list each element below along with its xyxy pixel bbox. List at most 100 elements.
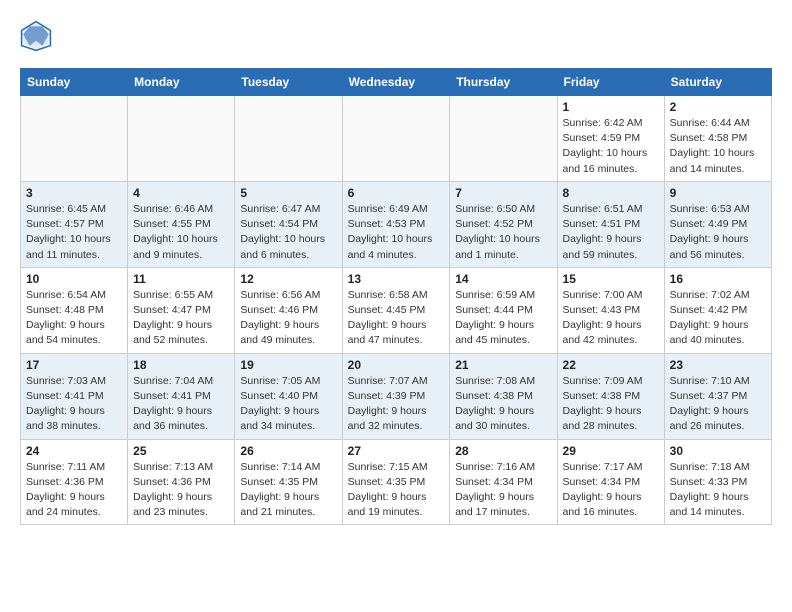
day-info: Sunrise: 7:13 AM Sunset: 4:36 PM Dayligh… <box>133 460 229 521</box>
day-number: 12 <box>240 272 336 286</box>
day-header-sunday: Sunday <box>21 69 128 96</box>
day-info: Sunrise: 7:09 AM Sunset: 4:38 PM Dayligh… <box>563 374 659 435</box>
day-info: Sunrise: 7:08 AM Sunset: 4:38 PM Dayligh… <box>455 374 551 435</box>
calendar-day-18: 18 Sunrise: 7:04 AM Sunset: 4:41 PM Dayli… <box>128 353 235 439</box>
day-number: 26 <box>240 444 336 458</box>
day-info: Sunrise: 7:10 AM Sunset: 4:37 PM Dayligh… <box>670 374 766 435</box>
calendar-day-4: 4 Sunrise: 6:46 AM Sunset: 4:55 PM Daylig… <box>128 181 235 267</box>
calendar-empty <box>21 96 128 182</box>
day-number: 28 <box>455 444 551 458</box>
header <box>20 20 772 52</box>
day-info: Sunrise: 7:03 AM Sunset: 4:41 PM Dayligh… <box>26 374 122 435</box>
day-number: 27 <box>348 444 445 458</box>
day-info: Sunrise: 6:46 AM Sunset: 4:55 PM Dayligh… <box>133 202 229 263</box>
day-number: 14 <box>455 272 551 286</box>
day-info: Sunrise: 6:51 AM Sunset: 4:51 PM Dayligh… <box>563 202 659 263</box>
calendar-empty <box>235 96 342 182</box>
calendar-day-17: 17 Sunrise: 7:03 AM Sunset: 4:41 PM Dayli… <box>21 353 128 439</box>
calendar-week-5: 24 Sunrise: 7:11 AM Sunset: 4:36 PM Dayli… <box>21 439 772 525</box>
day-info: Sunrise: 7:17 AM Sunset: 4:34 PM Dayligh… <box>563 460 659 521</box>
calendar-day-10: 10Sunrise: 6:54 AM Sunset: 4:48 PM Dayli… <box>21 267 128 353</box>
day-info: Sunrise: 7:00 AM Sunset: 4:43 PM Dayligh… <box>563 288 659 349</box>
day-number: 9 <box>670 186 766 200</box>
day-info: Sunrise: 6:42 AM Sunset: 4:59 PM Dayligh… <box>563 116 659 177</box>
calendar-day-24: 24 Sunrise: 7:11 AM Sunset: 4:36 PM Dayli… <box>21 439 128 525</box>
day-header-wednesday: Wednesday <box>342 69 450 96</box>
day-number: 18 <box>133 358 229 372</box>
day-info: Sunrise: 7:18 AM Sunset: 4:33 PM Dayligh… <box>670 460 766 521</box>
calendar-day-12: 12 Sunrise: 6:56 AM Sunset: 4:46 PM Dayli… <box>235 267 342 353</box>
day-info: Sunrise: 7:02 AM Sunset: 4:42 PM Dayligh… <box>670 288 766 349</box>
calendar-day-27: 27 Sunrise: 7:15 AM Sunset: 4:35 PM Dayli… <box>342 439 450 525</box>
day-number: 19 <box>240 358 336 372</box>
calendar-day-9: 9 Sunrise: 6:53 AM Sunset: 4:49 PM Daylig… <box>664 181 771 267</box>
calendar-day-5: 5Sunrise: 6:47 AM Sunset: 4:54 PM Daylig… <box>235 181 342 267</box>
day-number: 1 <box>563 100 659 114</box>
day-number: 30 <box>670 444 766 458</box>
day-number: 29 <box>563 444 659 458</box>
day-number: 10 <box>26 272 122 286</box>
day-header-monday: Monday <box>128 69 235 96</box>
day-info: Sunrise: 6:55 AM Sunset: 4:47 PM Dayligh… <box>133 288 229 349</box>
calendar-day-19: 19 Sunrise: 7:05 AM Sunset: 4:40 PM Dayli… <box>235 353 342 439</box>
day-info: Sunrise: 7:15 AM Sunset: 4:35 PM Dayligh… <box>348 460 445 521</box>
calendar-empty <box>450 96 557 182</box>
day-number: 5 <box>240 186 336 200</box>
day-number: 11 <box>133 272 229 286</box>
calendar-day-8: 8 Sunrise: 6:51 AM Sunset: 4:51 PM Daylig… <box>557 181 664 267</box>
calendar-day-29: 29 Sunrise: 7:17 AM Sunset: 4:34 PM Dayli… <box>557 439 664 525</box>
calendar-day-7: 7 Sunrise: 6:50 AM Sunset: 4:52 PM Daylig… <box>450 181 557 267</box>
day-number: 20 <box>348 358 445 372</box>
day-number: 2 <box>670 100 766 114</box>
day-number: 16 <box>670 272 766 286</box>
calendar-day-22: 22 Sunrise: 7:09 AM Sunset: 4:38 PM Dayli… <box>557 353 664 439</box>
day-number: 24 <box>26 444 122 458</box>
calendar-week-1: 1 Sunrise: 6:42 AM Sunset: 4:59 PM Daylig… <box>21 96 772 182</box>
day-number: 3 <box>26 186 122 200</box>
day-info: Sunrise: 7:11 AM Sunset: 4:36 PM Dayligh… <box>26 460 122 521</box>
calendar-day-20: 20 Sunrise: 7:07 AM Sunset: 4:39 PM Dayli… <box>342 353 450 439</box>
calendar-day-21: 21 Sunrise: 7:08 AM Sunset: 4:38 PM Dayli… <box>450 353 557 439</box>
calendar-day-23: 23 Sunrise: 7:10 AM Sunset: 4:37 PM Dayli… <box>664 353 771 439</box>
day-number: 22 <box>563 358 659 372</box>
day-info: Sunrise: 6:53 AM Sunset: 4:49 PM Dayligh… <box>670 202 766 263</box>
calendar-week-2: 3 Sunrise: 6:45 AM Sunset: 4:57 PM Daylig… <box>21 181 772 267</box>
day-info: Sunrise: 6:58 AM Sunset: 4:45 PM Dayligh… <box>348 288 445 349</box>
day-number: 13 <box>348 272 445 286</box>
day-number: 4 <box>133 186 229 200</box>
day-number: 21 <box>455 358 551 372</box>
day-number: 23 <box>670 358 766 372</box>
day-info: Sunrise: 7:05 AM Sunset: 4:40 PM Dayligh… <box>240 374 336 435</box>
day-info: Sunrise: 6:44 AM Sunset: 4:58 PM Dayligh… <box>670 116 766 177</box>
calendar-day-3: 3 Sunrise: 6:45 AM Sunset: 4:57 PM Daylig… <box>21 181 128 267</box>
calendar-day-28: 28 Sunrise: 7:16 AM Sunset: 4:34 PM Dayli… <box>450 439 557 525</box>
day-number: 17 <box>26 358 122 372</box>
calendar-day-15: 15Sunrise: 7:00 AM Sunset: 4:43 PM Dayli… <box>557 267 664 353</box>
calendar-day-26: 26 Sunrise: 7:14 AM Sunset: 4:35 PM Dayli… <box>235 439 342 525</box>
day-number: 8 <box>563 186 659 200</box>
day-info: Sunrise: 7:14 AM Sunset: 4:35 PM Dayligh… <box>240 460 336 521</box>
day-info: Sunrise: 6:56 AM Sunset: 4:46 PM Dayligh… <box>240 288 336 349</box>
day-header-tuesday: Tuesday <box>235 69 342 96</box>
calendar-day-13: 13 Sunrise: 6:58 AM Sunset: 4:45 PM Dayli… <box>342 267 450 353</box>
day-info: Sunrise: 6:45 AM Sunset: 4:57 PM Dayligh… <box>26 202 122 263</box>
day-info: Sunrise: 7:16 AM Sunset: 4:34 PM Dayligh… <box>455 460 551 521</box>
day-header-saturday: Saturday <box>664 69 771 96</box>
day-number: 6 <box>348 186 445 200</box>
calendar-day-25: 25Sunrise: 7:13 AM Sunset: 4:36 PM Dayli… <box>128 439 235 525</box>
calendar-day-11: 11 Sunrise: 6:55 AM Sunset: 4:47 PM Dayli… <box>128 267 235 353</box>
day-info: Sunrise: 6:50 AM Sunset: 4:52 PM Dayligh… <box>455 202 551 263</box>
calendar-empty <box>128 96 235 182</box>
day-info: Sunrise: 7:04 AM Sunset: 4:41 PM Dayligh… <box>133 374 229 435</box>
logo <box>20 20 56 52</box>
day-info: Sunrise: 7:07 AM Sunset: 4:39 PM Dayligh… <box>348 374 445 435</box>
calendar-week-3: 10Sunrise: 6:54 AM Sunset: 4:48 PM Dayli… <box>21 267 772 353</box>
calendar-day-30: 30 Sunrise: 7:18 AM Sunset: 4:33 PM Dayli… <box>664 439 771 525</box>
day-info: Sunrise: 6:49 AM Sunset: 4:53 PM Dayligh… <box>348 202 445 263</box>
day-number: 7 <box>455 186 551 200</box>
calendar: SundayMondayTuesdayWednesdayThursdayFrid… <box>20 68 772 525</box>
logo-icon <box>20 20 52 52</box>
calendar-header-row: SundayMondayTuesdayWednesdayThursdayFrid… <box>21 69 772 96</box>
calendar-empty <box>342 96 450 182</box>
day-header-friday: Friday <box>557 69 664 96</box>
